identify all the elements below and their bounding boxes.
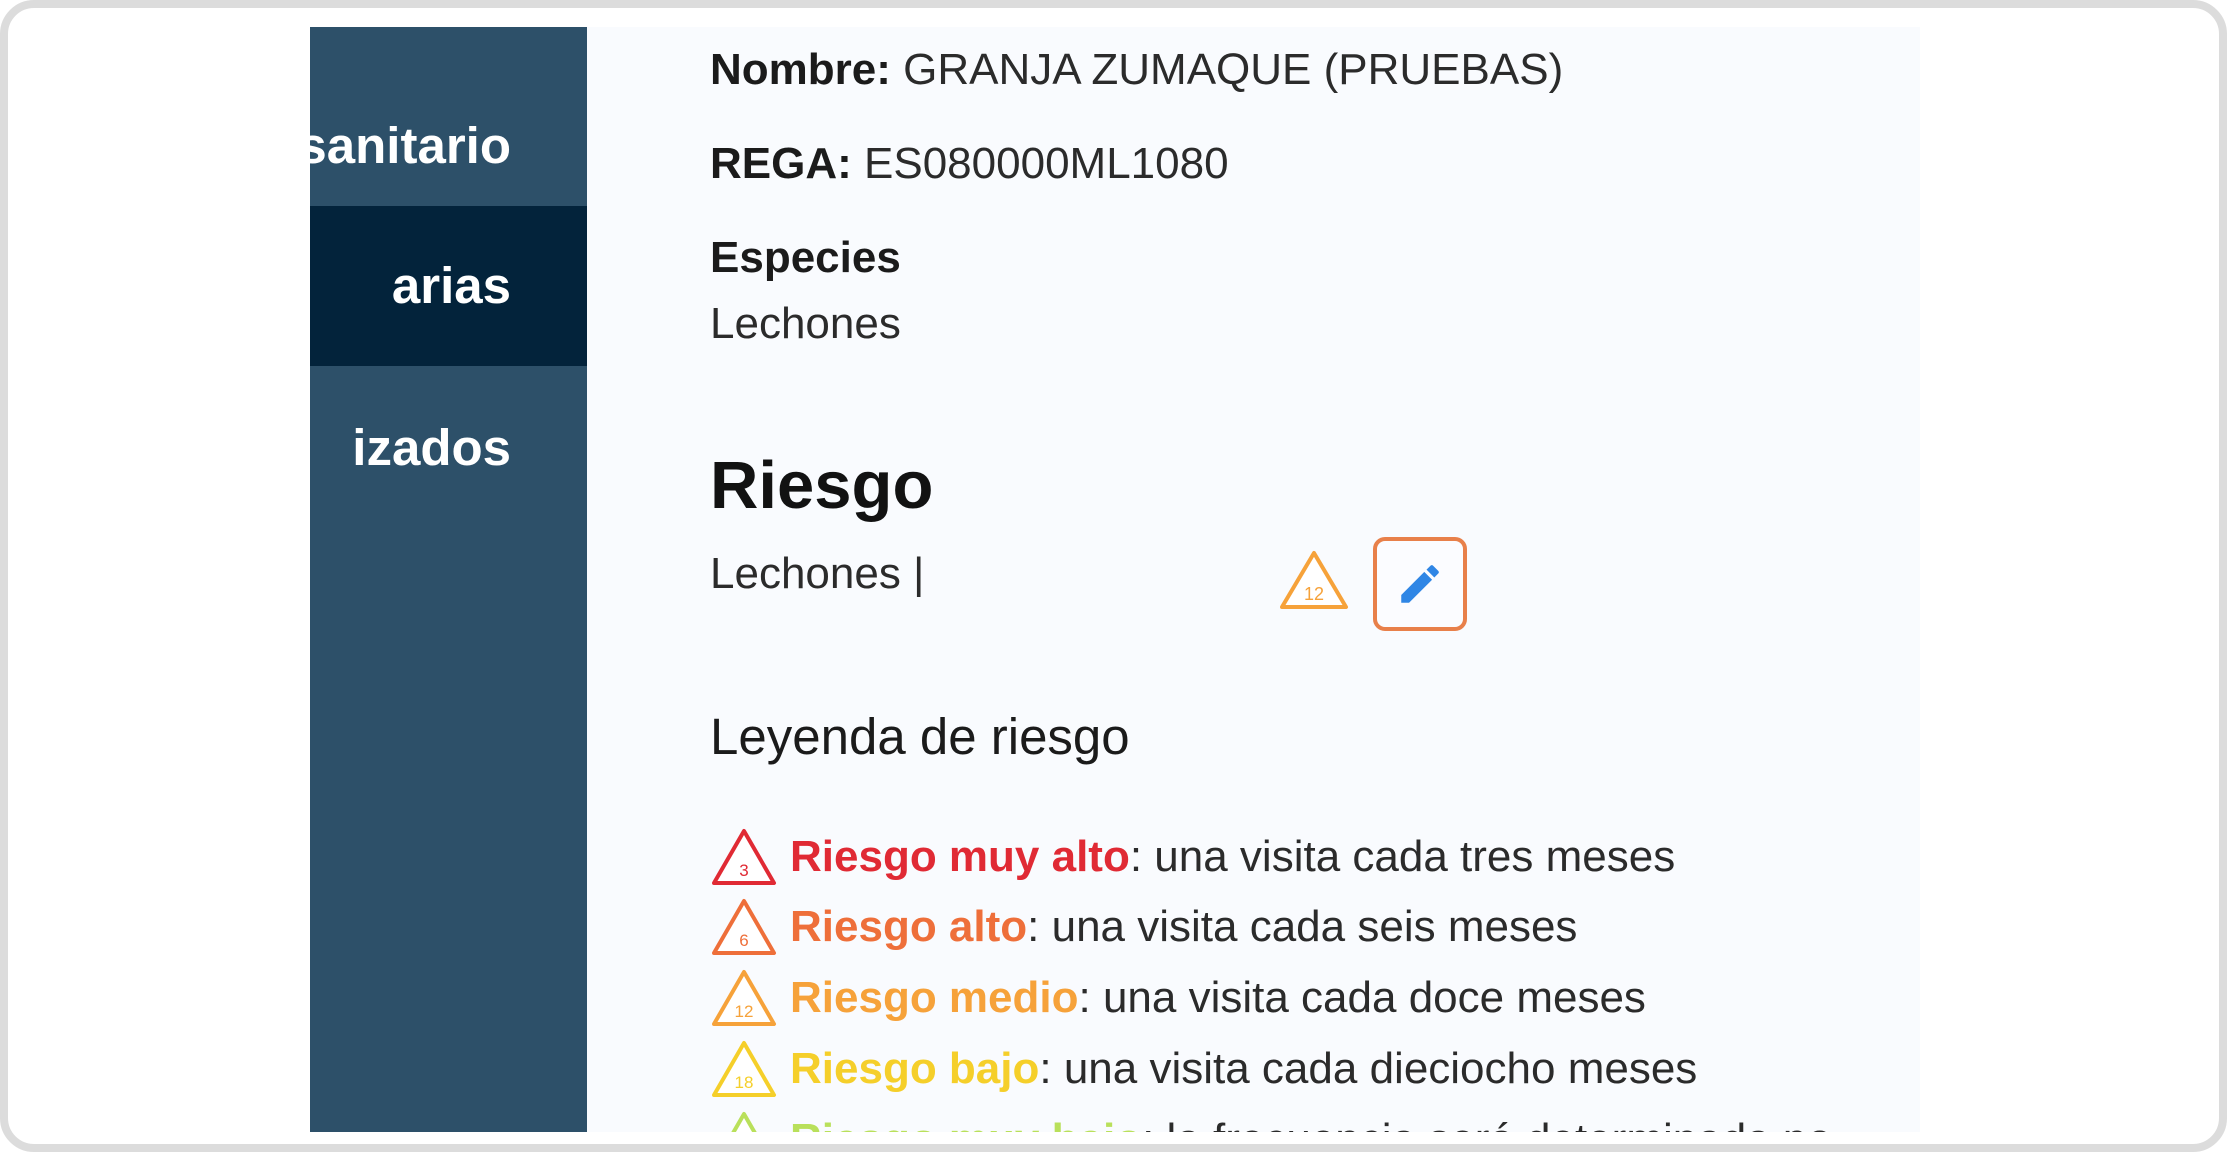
sidebar-item-label: arias bbox=[391, 257, 511, 314]
risk-level-description: : una visita cada doce meses bbox=[1078, 973, 1646, 1022]
rega-value: ES080000ML1080 bbox=[864, 139, 1229, 188]
risk-level-description: : una visita cada dieciocho meses bbox=[1039, 1044, 1698, 1093]
leyenda-title: Leyenda de riesgo bbox=[710, 708, 1130, 765]
warning-triangle-icon bbox=[731, 1112, 757, 1132]
risk-level-label: Riesgo bajo bbox=[790, 1044, 1040, 1093]
risk-badge-icon: 12 bbox=[1280, 551, 1348, 609]
sidebar-item-sanitario[interactable]: sanitario bbox=[310, 66, 587, 226]
pencil-icon bbox=[1401, 565, 1439, 603]
risk-number: 3 bbox=[739, 861, 748, 880]
sidebar-item-active[interactable]: arias bbox=[310, 206, 587, 366]
especies-value: Lechones bbox=[710, 299, 901, 348]
sidebar-item-label: sanitario bbox=[310, 117, 511, 174]
rega-label: REGA: bbox=[710, 139, 852, 188]
risk-level-label: Riesgo muy bajo bbox=[790, 1115, 1142, 1132]
edit-risk-button[interactable] bbox=[1373, 537, 1467, 631]
riesgo-species-label: Lechones | bbox=[710, 549, 925, 598]
especies-label: Especies bbox=[710, 233, 901, 282]
risk-legend-item: 6 Riesgo alto: una visita cada seis meses bbox=[710, 897, 1577, 957]
warning-triangle-icon: 6 bbox=[712, 899, 776, 955]
risk-level-description: : una visita cada seis meses bbox=[1027, 902, 1578, 951]
risk-legend-item: 12 Riesgo medio: una visita cada doce mes… bbox=[710, 968, 1646, 1028]
farm-rega: REGA: ES080000ML1080 bbox=[710, 139, 1229, 189]
warning-triangle-icon: 18 bbox=[712, 1041, 776, 1097]
warning-triangle-icon: 12 bbox=[712, 970, 776, 1026]
especies-heading: Especies bbox=[710, 233, 901, 283]
risk-level-description: : una visita cada tres meses bbox=[1129, 832, 1676, 881]
risk-level-description: : la frecuencia será determinada po bbox=[1142, 1115, 1832, 1132]
nombre-label: Nombre: bbox=[710, 45, 891, 94]
risk-level-label: Riesgo alto bbox=[790, 902, 1028, 951]
warning-triangle-icon: 3 bbox=[712, 829, 776, 885]
sidebar-item-label: izados bbox=[352, 419, 511, 476]
app-viewport: sanitario arias izados Nombre: GRANJA ZU… bbox=[310, 27, 1920, 1132]
sidebar-item-realizados[interactable]: izados bbox=[310, 368, 587, 528]
main-content: Nombre: GRANJA ZUMAQUE (PRUEBAS) REGA: E… bbox=[587, 27, 1920, 1132]
risk-badge-number: 12 bbox=[1304, 584, 1324, 604]
farm-nombre: Nombre: GRANJA ZUMAQUE (PRUEBAS) bbox=[710, 45, 1563, 95]
screenshot-frame: sanitario arias izados Nombre: GRANJA ZU… bbox=[0, 0, 2227, 1152]
riesgo-title: Riesgo bbox=[710, 448, 934, 523]
nombre-value: GRANJA ZUMAQUE (PRUEBAS) bbox=[903, 45, 1564, 94]
risk-legend-item: 3 Riesgo muy alto: una visita cada tres m… bbox=[710, 827, 1675, 887]
risk-number: 18 bbox=[735, 1073, 754, 1092]
risk-level-label: Riesgo medio bbox=[790, 973, 1079, 1022]
risk-number: 6 bbox=[739, 931, 748, 950]
risk-number: 12 bbox=[735, 1002, 754, 1021]
sidebar: sanitario arias izados bbox=[310, 27, 587, 1132]
risk-level-label: Riesgo muy alto bbox=[790, 832, 1130, 881]
risk-legend-item: Riesgo muy bajo: la frecuencia será dete… bbox=[710, 1110, 1832, 1132]
risk-legend-item: 18 Riesgo bajo: una visita cada dieciocho… bbox=[710, 1039, 1697, 1099]
